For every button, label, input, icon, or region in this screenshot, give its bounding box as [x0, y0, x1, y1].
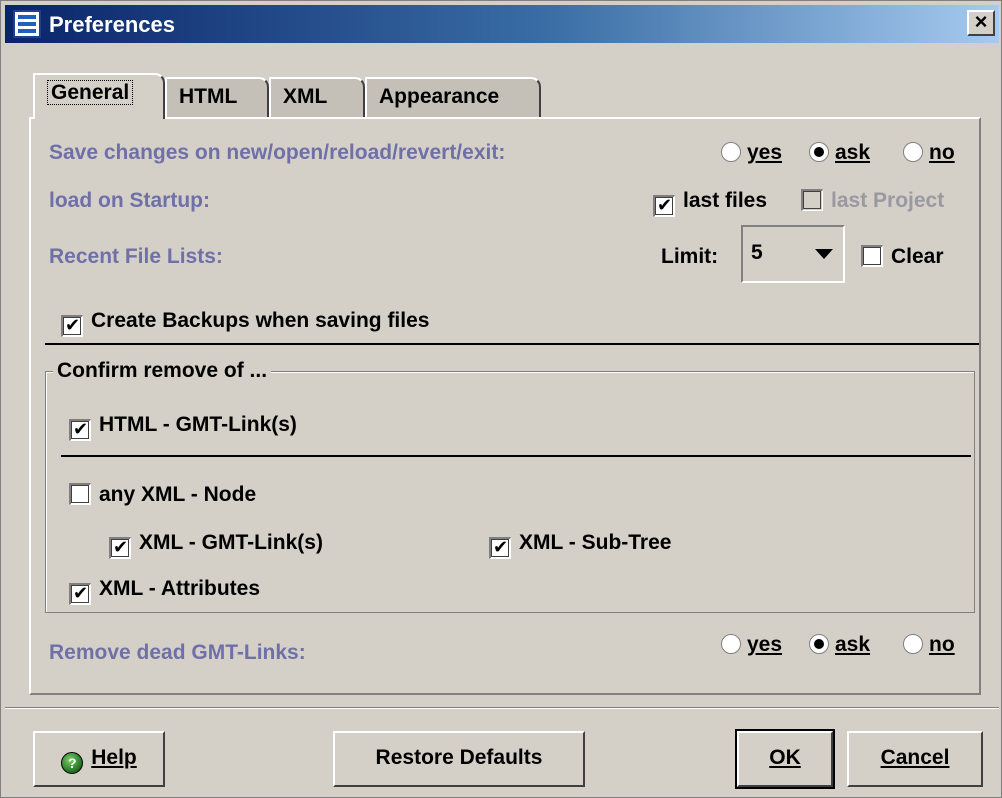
tab-xml-label: XML: [283, 85, 328, 108]
xml-gmt-links-label: XML - GMT-Link(s): [139, 531, 323, 554]
dropdown-arrow-icon[interactable]: [815, 249, 833, 259]
save-no-radio[interactable]: [903, 142, 923, 162]
save-yes-label: yes: [747, 141, 783, 164]
help-button-label: Help: [91, 746, 137, 769]
cancel-button[interactable]: Cancel: [847, 731, 983, 787]
xml-attributes-label: XML - Attributes: [99, 577, 260, 600]
clear-label: Clear: [891, 245, 944, 268]
restore-defaults-label: Restore Defaults: [375, 746, 543, 769]
remove-yes-radio[interactable]: [721, 634, 741, 654]
tab-general[interactable]: General: [33, 73, 165, 119]
xml-gmt-links-check-icon[interactable]: ✔: [109, 537, 131, 559]
remove-ask-label: ask: [835, 633, 871, 656]
create-backups-checkbox[interactable]: ✔ Create Backups when saving files: [61, 309, 429, 337]
save-changes-label: Save changes on new/open/reload/revert/e…: [49, 141, 506, 164]
create-backups-label: Create Backups when saving files: [91, 309, 430, 332]
tab-general-label: General: [47, 80, 134, 105]
save-changes-ask[interactable]: ask: [809, 141, 870, 165]
remove-no-radio[interactable]: [903, 634, 923, 654]
xml-attributes-check-icon[interactable]: ✔: [69, 583, 91, 605]
title-bar[interactable]: Preferences ×: [5, 5, 999, 43]
save-ask-label: ask: [835, 141, 871, 164]
recent-file-lists-label: Recent File Lists:: [49, 245, 223, 268]
any-xml-node-checkbox[interactable]: any XML - Node: [69, 483, 256, 507]
limit-select[interactable]: 5: [741, 225, 845, 283]
remove-dead-yes[interactable]: yes: [721, 633, 782, 657]
limit-label: Limit:: [661, 245, 719, 268]
any-xml-node-check-icon[interactable]: [69, 483, 91, 505]
html-gmt-links-label: HTML - GMT-Link(s): [99, 413, 297, 436]
last-files-label: last files: [683, 189, 768, 212]
last-project-checkbox[interactable]: last Project: [801, 189, 944, 213]
remove-no-label: no: [929, 633, 955, 656]
close-button[interactable]: ×: [967, 10, 995, 36]
html-gmt-links-check-icon[interactable]: ✔: [69, 419, 91, 441]
save-no-label: no: [929, 141, 955, 164]
tab-html-label: HTML: [179, 85, 238, 108]
divider: [45, 343, 979, 345]
window-title: Preferences: [49, 12, 175, 37]
remove-ask-radio[interactable]: [809, 634, 829, 654]
group-divider: [61, 455, 971, 457]
tab-xml[interactable]: XML: [269, 77, 365, 117]
limit-value: 5: [751, 241, 763, 264]
preferences-icon: [13, 10, 41, 38]
save-yes-radio[interactable]: [721, 142, 741, 162]
any-xml-node-label: any XML - Node: [99, 483, 257, 506]
help-button[interactable]: ? Help: [33, 731, 165, 787]
remove-yes-label: yes: [747, 633, 783, 656]
ok-button-label: OK: [769, 746, 801, 769]
tab-html[interactable]: HTML: [165, 77, 269, 117]
ok-button[interactable]: OK: [735, 729, 835, 789]
save-changes-no[interactable]: no: [903, 141, 955, 165]
html-gmt-links-checkbox[interactable]: ✔ HTML - GMT-Link(s): [69, 413, 297, 441]
xml-attributes-checkbox[interactable]: ✔ XML - Attributes: [69, 577, 260, 605]
preferences-dialog: Preferences × General HTML XML Appearanc…: [0, 0, 1002, 798]
xml-gmt-links-checkbox[interactable]: ✔ XML - GMT-Link(s): [109, 531, 323, 559]
tab-appearance-label: Appearance: [379, 85, 500, 108]
help-globe-icon: ?: [61, 752, 84, 774]
confirm-remove-title: Confirm remove of ...: [53, 359, 272, 383]
xml-sub-tree-check-icon[interactable]: ✔: [489, 537, 511, 559]
last-project-check-icon[interactable]: [801, 189, 823, 211]
xml-sub-tree-label: XML - Sub-Tree: [519, 531, 672, 554]
remove-dead-links-label: Remove dead GMT-Links:: [49, 641, 306, 664]
last-files-check-icon[interactable]: ✔: [653, 195, 675, 217]
cancel-button-label: Cancel: [880, 746, 950, 769]
save-changes-yes[interactable]: yes: [721, 141, 782, 165]
tab-appearance[interactable]: Appearance: [365, 77, 541, 117]
xml-sub-tree-checkbox[interactable]: ✔ XML - Sub-Tree: [489, 531, 671, 559]
close-icon: ×: [974, 9, 988, 34]
restore-defaults-button[interactable]: Restore Defaults: [333, 731, 585, 787]
remove-dead-no[interactable]: no: [903, 633, 955, 657]
last-files-checkbox[interactable]: ✔ last files: [653, 189, 767, 217]
footer-separator: [5, 707, 999, 709]
create-backups-check-icon[interactable]: ✔: [61, 315, 83, 337]
save-ask-radio[interactable]: [809, 142, 829, 162]
last-project-label: last Project: [831, 189, 945, 212]
clear-checkbox[interactable]: Clear: [861, 245, 944, 269]
load-on-startup-label: load on Startup:: [49, 189, 210, 212]
clear-check-icon[interactable]: [861, 245, 883, 267]
remove-dead-ask[interactable]: ask: [809, 633, 870, 657]
